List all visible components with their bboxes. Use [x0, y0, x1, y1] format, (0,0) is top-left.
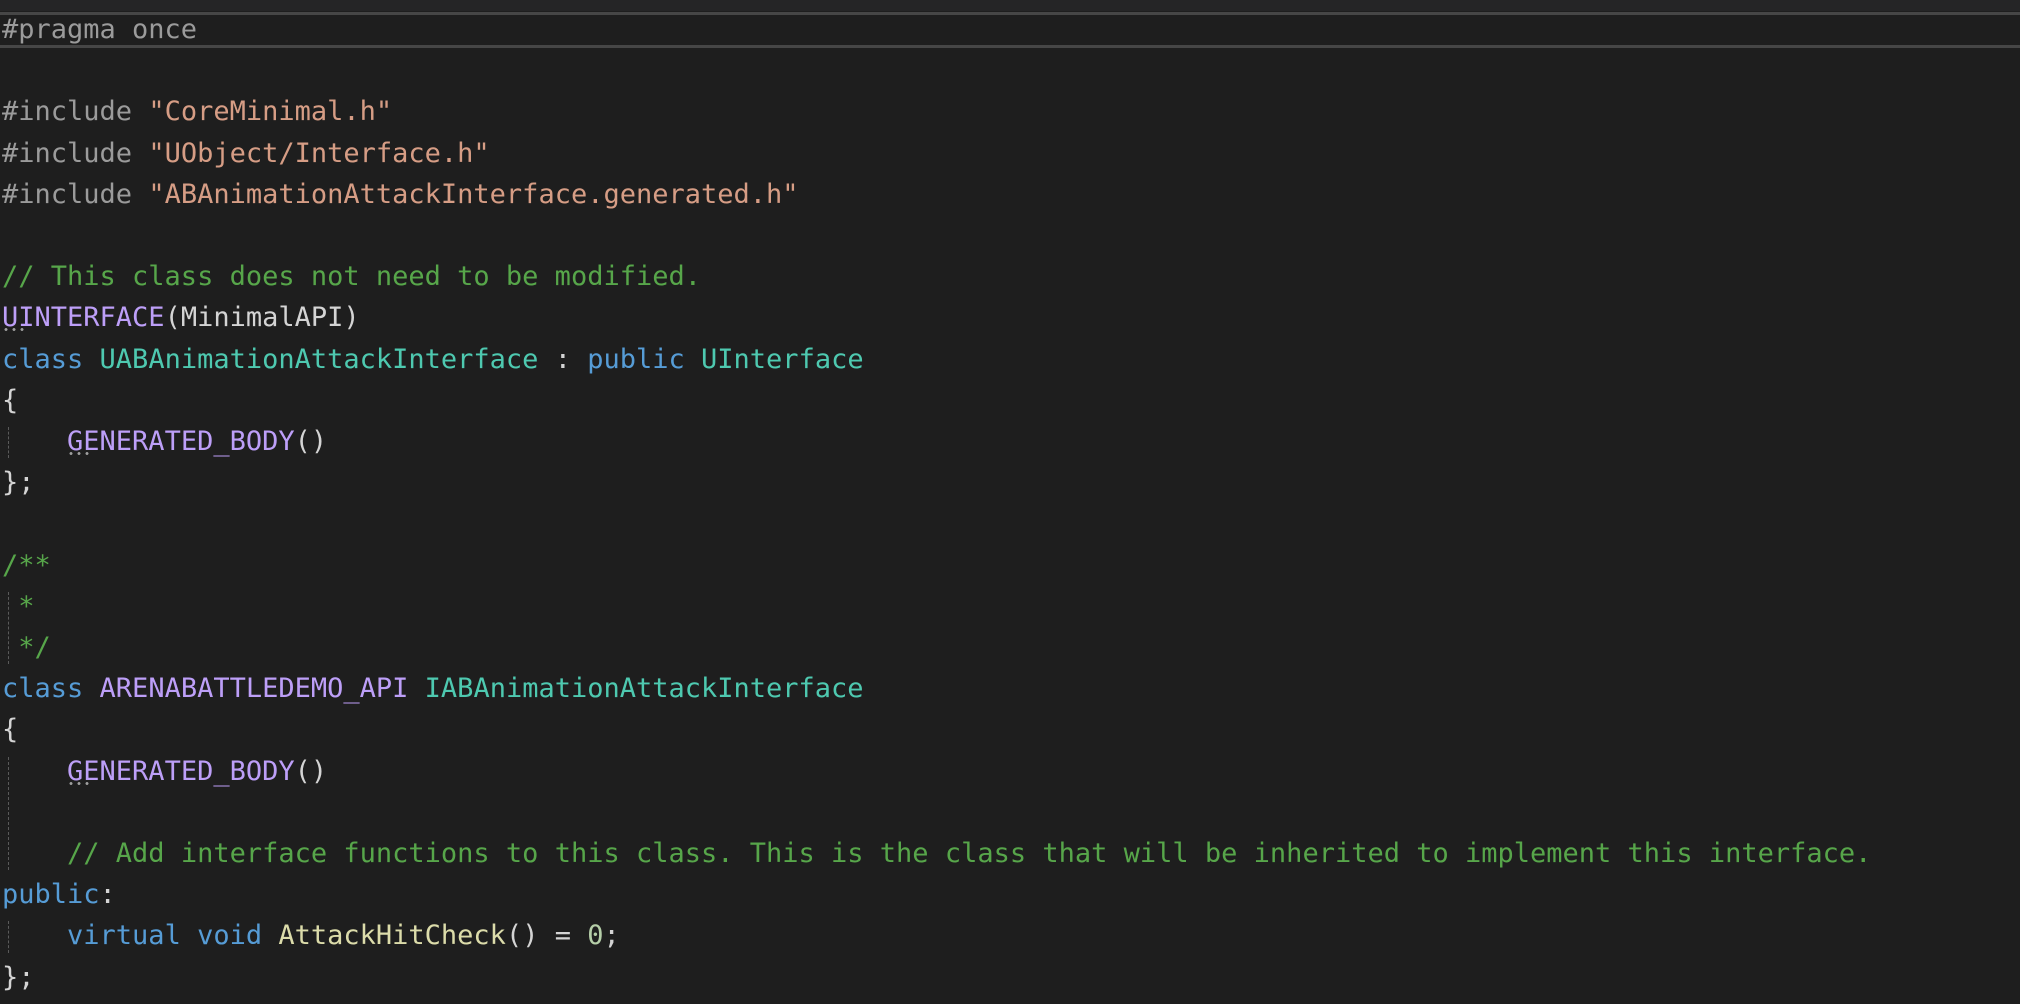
code-line[interactable]: #include "CoreMinimal.h" [2, 91, 392, 132]
code-token: : [538, 343, 588, 375]
indent-guide [8, 921, 9, 953]
code-token: GENERATED_BODY [67, 755, 295, 787]
code-line[interactable]: UINTERFACE(MinimalAPI) [2, 297, 360, 338]
code-token: /** [2, 549, 51, 581]
code-token: UABAnimationAttackInterface [99, 343, 539, 375]
code-token: IABAnimationAttackInterface [424, 673, 864, 705]
code-token: "ABAnimationAttackInterface.generated.h" [148, 178, 799, 210]
code-token: #pragma once [2, 14, 198, 45]
code-line[interactable]: GENERATED_BODY() [2, 751, 327, 792]
code-token: "CoreMinimal.h" [148, 96, 393, 128]
indent-guide [8, 427, 9, 459]
code-line[interactable]: * [2, 586, 35, 627]
code-token: public [2, 879, 100, 911]
code-token: GENERATED_BODY [67, 426, 295, 457]
code-token: "UObject/Interface.h" [148, 137, 490, 169]
code-token: { [2, 714, 19, 746]
code-token: // This class does not need to be modifi… [2, 261, 701, 293]
code-token: 0 [587, 920, 604, 952]
code-token: */ [2, 632, 51, 663]
code-token: void [197, 920, 279, 952]
code-token: * [2, 590, 35, 622]
code-line[interactable]: }; [2, 957, 35, 998]
code-line[interactable]: // This class does not need to be modifi… [2, 256, 701, 297]
code-token: UINTERFACE [2, 302, 165, 334]
code-token: (MinimalAPI) [164, 302, 360, 334]
code-line[interactable]: GENERATED_BODY() [2, 421, 327, 462]
code-token: : [99, 879, 116, 911]
code-line[interactable]: #include "ABAnimationAttackInterface.gen… [2, 174, 799, 215]
code-token: AttackHitCheck [278, 920, 506, 952]
code-token: }; [2, 467, 35, 499]
code-line[interactable]: class UABAnimationAttackInterface : publ… [2, 339, 864, 380]
code-token: #include [2, 137, 149, 169]
code-line[interactable]: #include "UObject/Interface.h" [2, 133, 490, 174]
code-line[interactable]: }; [2, 462, 35, 503]
code-token: #include [2, 178, 149, 210]
code-line[interactable]: // Add interface functions to this class… [2, 833, 1871, 874]
editor-top-strip [0, 0, 2020, 11]
code-line[interactable]: /** [2, 545, 51, 586]
code-line[interactable]: virtual void AttackHitCheck() = 0; [2, 915, 620, 956]
indent-guide [8, 756, 9, 871]
code-token: UInterface [701, 343, 864, 375]
code-token: }; [2, 961, 35, 993]
code-token: public [587, 343, 702, 375]
code-token: class [2, 673, 100, 705]
code-token: virtual [67, 920, 198, 952]
code-line[interactable]: { [2, 380, 18, 421]
code-token: () = [505, 920, 588, 952]
code-line[interactable]: */ [2, 627, 51, 668]
code-token: { [2, 384, 19, 416]
code-token: class [2, 343, 100, 375]
current-line-highlight [0, 12, 2020, 48]
code-line[interactable]: public: [2, 874, 116, 915]
code-token: ARENABATTLEDEMO_API [99, 673, 409, 705]
code-token: ; [603, 920, 620, 952]
indent-guide [8, 591, 9, 665]
code-line[interactable]: class ARENABATTLEDEMO_API IABAnimationAt… [2, 668, 864, 709]
code-token: // Add interface functions to this class… [67, 838, 1872, 869]
code-token: () [294, 755, 328, 787]
code-line[interactable]: #pragma once [2, 9, 197, 50]
code-token: () [294, 426, 328, 457]
code-token: #include [2, 96, 149, 128]
code-line[interactable]: { [2, 709, 18, 750]
code-editor[interactable]: #pragma once #include "CoreMinimal.h" #inc… [0, 0, 2020, 1004]
